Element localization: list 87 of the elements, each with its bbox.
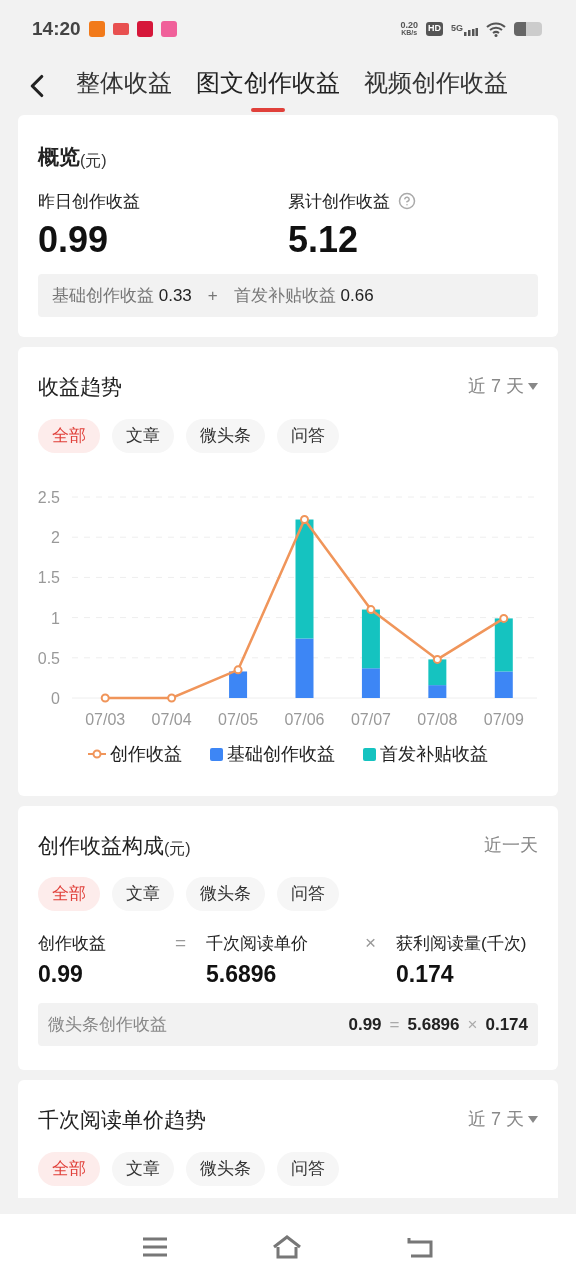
- help-icon[interactable]: [398, 192, 416, 211]
- network-type: 5G: [451, 22, 463, 36]
- term-label: 创作收益: [38, 933, 106, 955]
- nav-tab[interactable]: 图文创作收益: [196, 64, 340, 108]
- filter-chip[interactable]: 微头条: [186, 877, 265, 911]
- breakdown-item: 首发补贴收益 0.66: [233, 284, 374, 307]
- data-point: [167, 693, 177, 702]
- axis-label: 07/09: [483, 710, 524, 728]
- axis-label: 1.5: [38, 568, 60, 586]
- formula-value: 0.174: [485, 1013, 528, 1036]
- legend-label: 创作收益: [110, 742, 182, 766]
- card-title: 概览: [38, 144, 80, 168]
- signal-icon: [464, 27, 478, 36]
- filter-chip[interactable]: 全部: [38, 877, 100, 911]
- axis-label: 2.5: [38, 488, 60, 506]
- back-icon[interactable]: [407, 1236, 433, 1258]
- app-icon: [136, 21, 153, 37]
- data-point: [300, 514, 309, 524]
- status-time: 14:20: [32, 16, 81, 41]
- formula-value: 5.6896: [407, 1013, 460, 1036]
- term-value: 0.174: [396, 959, 455, 989]
- term-value: 0.99: [38, 959, 84, 989]
- filter-chip[interactable]: 文章: [112, 877, 174, 911]
- card-title: 千次阅读单价趋势: [38, 1107, 206, 1133]
- data-point: [499, 613, 509, 623]
- axis-label: 1: [51, 609, 60, 627]
- filter-chip[interactable]: 问答: [277, 1151, 339, 1186]
- stat-label: 昨日创作收益: [38, 190, 140, 213]
- legend-label: 首发补贴收益: [380, 742, 488, 766]
- range-dropdown[interactable]: 近一天: [484, 831, 538, 859]
- caret-icon: [528, 1116, 538, 1124]
- filter-chip[interactable]: 微头条: [186, 418, 265, 453]
- data-point: [233, 664, 243, 674]
- filter-chip[interactable]: 文章: [112, 418, 174, 453]
- legend-label: 基础创作收益: [227, 742, 335, 766]
- axis-label: 07/08: [417, 710, 458, 728]
- axis-label: 07/05: [218, 710, 259, 728]
- range-dropdown[interactable]: 近 7 天: [468, 1106, 538, 1134]
- app-icon: [88, 21, 105, 37]
- filter-chip[interactable]: 问答: [277, 877, 339, 911]
- menu-icon[interactable]: [143, 1237, 167, 1257]
- data-point: [100, 693, 110, 702]
- net-speed: 0.20: [400, 21, 418, 29]
- filter-chip[interactable]: 文章: [112, 1151, 174, 1186]
- battery-icon: [514, 22, 544, 36]
- card-title: 创作收益构成: [38, 832, 164, 859]
- caret-icon: [528, 383, 538, 391]
- tab-indicator: [251, 107, 285, 112]
- stat-label: 累计创作收益: [288, 190, 390, 213]
- filter-chip[interactable]: 全部: [38, 418, 100, 453]
- unit-label: (元): [80, 151, 107, 171]
- nav-tab[interactable]: 视频创作收益: [364, 64, 508, 108]
- axis-label: 0.5: [38, 649, 60, 667]
- term-label: 获利阅读量(千次): [396, 933, 527, 955]
- stat-value: 0.99: [38, 218, 110, 262]
- operator: ×: [467, 1013, 478, 1036]
- operator: ×: [364, 931, 376, 955]
- legend-line-icon: [88, 749, 106, 759]
- term-value: 5.6896: [206, 959, 278, 989]
- axis-label: 07/03: [85, 710, 126, 728]
- axis-label: 07/07: [350, 710, 391, 728]
- data-point: [432, 654, 442, 664]
- filter-chip[interactable]: 问答: [277, 418, 339, 453]
- app-icon: [160, 21, 177, 37]
- formula-value: 0.99: [348, 1013, 382, 1036]
- stat-value: 5.12: [288, 218, 360, 262]
- home-icon[interactable]: [272, 1235, 302, 1259]
- axis-label: 07/06: [284, 710, 325, 728]
- filter-chip[interactable]: 微头条: [186, 1151, 265, 1186]
- range-dropdown[interactable]: 近 7 天: [468, 373, 538, 401]
- hd-badge: HD: [426, 22, 443, 36]
- axis-label: 0: [51, 689, 60, 707]
- unit-label: (元): [164, 839, 191, 859]
- operator: =: [174, 931, 186, 955]
- card-title: 收益趋势: [38, 374, 122, 400]
- formula-label: 微头条创作收益: [48, 1013, 167, 1036]
- axis-label: 07/04: [151, 710, 192, 728]
- plus-sign: +: [206, 284, 219, 307]
- axis-label: 2: [51, 528, 60, 546]
- term-label: 千次阅读单价: [206, 933, 308, 955]
- wifi-icon: [486, 21, 506, 37]
- app-icon: [112, 23, 129, 35]
- operator: =: [389, 1013, 400, 1036]
- breakdown-item: 基础创作收益 0.33: [52, 284, 192, 307]
- filter-chip[interactable]: 全部: [38, 1151, 100, 1186]
- nav-tab[interactable]: 整体收益: [76, 64, 172, 108]
- data-point: [366, 604, 376, 614]
